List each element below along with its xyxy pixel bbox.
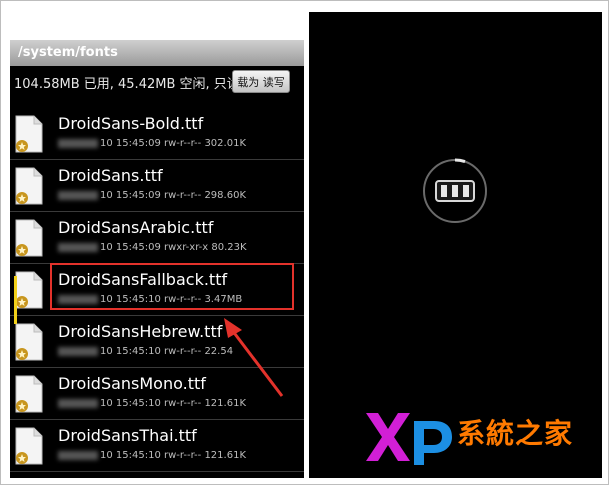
file-manager-screen: /system/fonts 104.58MB 已用, 45.42MB 空闲, 只… [10,12,304,478]
xp-logo-icon [366,413,452,465]
loading-screen: 系統之家 [309,12,602,478]
red-arrow-icon [224,318,284,397]
brand-text: 系統之家 [457,417,574,450]
loading-spinner-icon [423,158,487,223]
